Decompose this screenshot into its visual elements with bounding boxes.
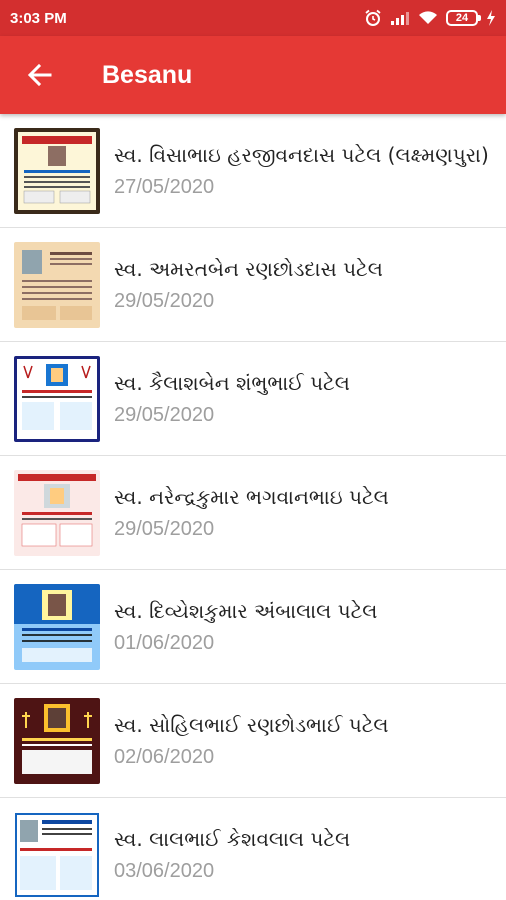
thumbnail-image bbox=[14, 241, 100, 328]
list-item-title: સ્વ. નરેન્દ્રકુમાર ભગવાનભાઇ પટેલ bbox=[114, 485, 389, 509]
app-bar: Besanu bbox=[0, 36, 506, 114]
list-item-date: 29/05/2020 bbox=[114, 404, 215, 426]
list-item[interactable]: સ્વ. કૈલાશબેન શંભુભાઈ પટેલ 29/05/2020 bbox=[0, 342, 506, 456]
list-item[interactable]: સ્વ. લાલભાઈ કેશવલાલ પટેલ 03/06/2020 bbox=[0, 798, 506, 900]
status-bar: 3:03 PM 24 bbox=[0, 0, 506, 36]
back-button[interactable] bbox=[0, 36, 80, 114]
list-item-date: 29/05/2020 bbox=[114, 290, 215, 312]
alarm-icon bbox=[365, 9, 381, 26]
list-item[interactable]: સ્વ. નરેન્દ્રકુમાર ભગવાનભાઇ પટેલ 29/05/2… bbox=[0, 456, 506, 570]
list-item-title: સ્વ. દિવ્યેશકુમાર અંબાલાલ પટેલ bbox=[114, 599, 378, 623]
list-item-title: સ્વ. કૈલાશબેન શંભુભાઈ પટેલ bbox=[114, 371, 350, 395]
battery-level: 24 bbox=[455, 12, 469, 24]
list-item[interactable]: સ્વ. દિવ્યેશકુમાર અંબાલાલ પટેલ 01/06/202… bbox=[0, 570, 506, 684]
list-item-title: સ્વ. લાલભાઈ કેશવલાલ પટેલ bbox=[114, 827, 351, 851]
list-item-date: 02/06/2020 bbox=[114, 746, 215, 768]
thumbnail-image bbox=[14, 469, 100, 556]
thumbnail-image bbox=[14, 583, 100, 670]
thumbnail-image bbox=[14, 355, 100, 442]
besanu-list: સ્વ. વિસાભાઇ હરજીવનદાસ પટેલ (લક્ષ્મણપુરા… bbox=[0, 114, 506, 900]
battery-icon: 24 bbox=[446, 10, 481, 26]
list-item-title: સ્વ. સોહિલભાઈ રણછોડભાઈ પટેલ bbox=[114, 713, 389, 737]
list-item-date: 27/05/2020 bbox=[114, 176, 215, 198]
page-title: Besanu bbox=[102, 60, 193, 89]
list-item-date: 29/05/2020 bbox=[114, 518, 215, 540]
list-item[interactable]: સ્વ. સોહિલભાઈ રણછોડભાઈ પટેલ 02/06/2020 bbox=[0, 684, 506, 798]
signal-icon bbox=[391, 12, 409, 25]
thumbnail-image bbox=[14, 811, 100, 898]
list-item[interactable]: સ્વ. વિસાભાઇ હરજીવનદાસ પટેલ (લક્ષ્મણપુરા… bbox=[0, 114, 506, 228]
arrow-left-icon bbox=[27, 63, 52, 87]
charging-icon bbox=[487, 10, 495, 26]
list-item-date: 03/06/2020 bbox=[114, 860, 215, 882]
list-item-title: સ્વ. અમરતબેન રણછોડદાસ પટેલ bbox=[114, 257, 383, 281]
status-time: 3:03 PM bbox=[10, 9, 67, 27]
list-item-title: સ્વ. વિસાભાઇ હરજીવનદાસ પટેલ (લક્ષ્મણપુરા… bbox=[114, 143, 489, 167]
list-item[interactable]: સ્વ. અમરતબેન રણછોડદાસ પટેલ 29/05/2020 bbox=[0, 228, 506, 342]
wifi-icon bbox=[419, 11, 437, 24]
thumbnail-image bbox=[14, 697, 100, 784]
list-item-date: 01/06/2020 bbox=[114, 632, 215, 654]
status-icons: 24 bbox=[364, 9, 496, 27]
thumbnail-image bbox=[14, 127, 100, 214]
